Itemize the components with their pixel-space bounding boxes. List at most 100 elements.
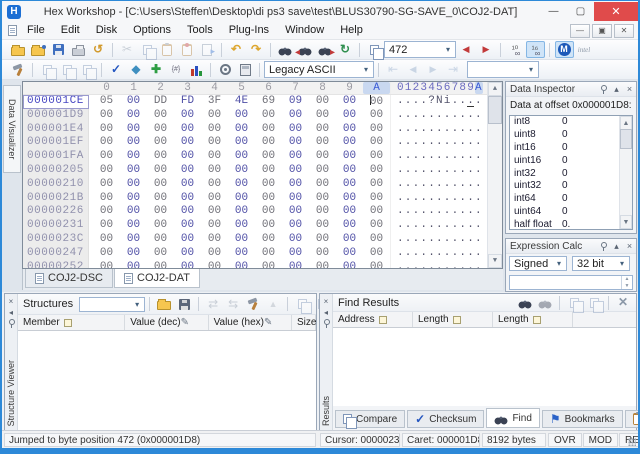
byte[interactable]: 00 bbox=[93, 233, 120, 247]
byte[interactable]: 00 bbox=[255, 136, 282, 150]
goto-forward-button[interactable]: ▶ bbox=[477, 41, 496, 58]
column-member[interactable]: Member bbox=[18, 315, 125, 330]
inspector-row-int32[interactable]: int320 bbox=[510, 168, 632, 181]
pin-icon[interactable] bbox=[597, 83, 610, 95]
byte[interactable]: 00 bbox=[93, 192, 120, 206]
byte[interactable]: 00 bbox=[336, 205, 363, 219]
byte[interactable]: 69 bbox=[255, 95, 282, 109]
column-address[interactable]: Address bbox=[333, 312, 413, 327]
byte[interactable]: 00 bbox=[228, 247, 255, 261]
byte[interactable]: 00 bbox=[120, 109, 147, 123]
byte[interactable]: 00 bbox=[147, 123, 174, 137]
nav-first-button[interactable]: ⇤ bbox=[384, 61, 403, 78]
doc-tab-coj2-dat[interactable]: COJ2-DAT bbox=[114, 269, 200, 288]
minimize-button[interactable]: — bbox=[540, 2, 567, 21]
byte[interactable]: 00 bbox=[255, 109, 282, 123]
byte[interactable]: 00 bbox=[120, 261, 147, 269]
hex-scrollbar[interactable]: ▲ ▼ bbox=[487, 82, 502, 268]
byte[interactable]: 00 bbox=[255, 192, 282, 206]
remove-structure-button[interactable]: ⇆ bbox=[224, 296, 243, 313]
scroll-down-icon[interactable]: ▼ bbox=[620, 215, 632, 229]
byte[interactable]: 00 bbox=[309, 150, 336, 164]
hex-editor[interactable]: 0123456789A 0123456789A 000001CE0500DDFD… bbox=[22, 81, 503, 269]
hex-row-0000021B[interactable]: 0000021B0000000000000000000000..........… bbox=[23, 192, 502, 206]
hex-row-000001D9[interactable]: 000001D90000000000000000000000..........… bbox=[23, 109, 502, 123]
inspector-row-half-float[interactable]: half float0. bbox=[510, 219, 632, 230]
byte[interactable]: 00 bbox=[147, 205, 174, 219]
byte[interactable]: 00 bbox=[282, 109, 309, 123]
byte[interactable]: 00 bbox=[363, 136, 390, 150]
nav-next-button[interactable]: ▶ bbox=[424, 61, 443, 78]
expand-icon[interactable]: ◂ bbox=[6, 307, 17, 318]
expression-input[interactable]: ▲▼ bbox=[509, 275, 633, 290]
byte[interactable]: 00 bbox=[174, 123, 201, 137]
hex-row-000001E4[interactable]: 000001E40000000000000000000000..........… bbox=[23, 123, 502, 137]
byte[interactable]: 00 bbox=[93, 109, 120, 123]
byte[interactable]: 00 bbox=[174, 109, 201, 123]
byte[interactable]: 00 bbox=[147, 136, 174, 150]
byte[interactable]: 00 bbox=[201, 164, 228, 178]
structures-combo[interactable]: ▾ bbox=[79, 297, 145, 312]
ascii-cell[interactable]: ........... bbox=[390, 205, 487, 219]
byte[interactable]: 00 bbox=[147, 164, 174, 178]
hex-row-000001CE[interactable]: 000001CE0500DDFD3F4E6909000000....?Ni...… bbox=[23, 95, 502, 109]
hex-row-00000231[interactable]: 000002310000000000000000000000..........… bbox=[23, 219, 502, 233]
byte[interactable]: 00 bbox=[309, 247, 336, 261]
byte[interactable]: 00 bbox=[201, 178, 228, 192]
resize-grip[interactable] bbox=[628, 438, 636, 446]
scrollbar-thumb[interactable] bbox=[620, 129, 632, 149]
big-endian-button[interactable] bbox=[555, 41, 574, 58]
ascii-cell[interactable]: ........... bbox=[390, 247, 487, 261]
results-tab-compare[interactable]: Compare bbox=[335, 410, 405, 428]
byte[interactable]: 00 bbox=[228, 150, 255, 164]
byte[interactable]: 00 bbox=[174, 164, 201, 178]
structures-list[interactable] bbox=[18, 331, 316, 430]
spinner[interactable]: ▲▼ bbox=[621, 276, 632, 289]
ascii-cell[interactable]: ........... bbox=[390, 219, 487, 233]
print-button[interactable] bbox=[69, 41, 88, 58]
byte[interactable]: 00 bbox=[147, 150, 174, 164]
byte[interactable]: 00 bbox=[336, 164, 363, 178]
byte[interactable]: 00 bbox=[228, 123, 255, 137]
menu-window[interactable]: Window bbox=[277, 22, 332, 39]
byte[interactable]: 00 bbox=[282, 219, 309, 233]
byte[interactable]: 00 bbox=[120, 150, 147, 164]
byte[interactable]: 00 bbox=[255, 219, 282, 233]
byte[interactable]: 00 bbox=[282, 136, 309, 150]
find-results-list[interactable] bbox=[333, 328, 636, 406]
byte[interactable]: 00 bbox=[201, 205, 228, 219]
byte[interactable]: 00 bbox=[174, 247, 201, 261]
copy-button[interactable] bbox=[138, 41, 157, 58]
byte[interactable]: 00 bbox=[201, 261, 228, 269]
byte[interactable]: 3F bbox=[201, 95, 228, 109]
byte[interactable]: 00 bbox=[282, 261, 309, 269]
hex-row-00000226[interactable]: 000002260000000000000000000000..........… bbox=[23, 205, 502, 219]
byte[interactable]: 09 bbox=[282, 95, 309, 109]
compare-source-button[interactable] bbox=[58, 61, 77, 78]
close-panel-icon[interactable]: × bbox=[6, 296, 17, 307]
open-library-button[interactable] bbox=[155, 296, 174, 313]
goto-offset-combo[interactable]: 472▾ bbox=[384, 41, 456, 58]
byte[interactable]: 00 bbox=[363, 109, 390, 123]
byte[interactable]: 05 bbox=[93, 95, 120, 109]
byte[interactable]: 00 bbox=[363, 164, 390, 178]
save-button[interactable] bbox=[49, 41, 68, 58]
collapse-icon[interactable]: ▴ bbox=[610, 240, 623, 252]
character-set-button[interactable]: {#} bbox=[167, 61, 186, 78]
byte[interactable]: 00 bbox=[228, 205, 255, 219]
compare-target-button[interactable] bbox=[78, 61, 97, 78]
byte[interactable]: 00 bbox=[255, 178, 282, 192]
byte[interactable]: 00 bbox=[309, 178, 336, 192]
ascii-cell[interactable]: ........... bbox=[390, 164, 487, 178]
byte[interactable]: 00 bbox=[228, 261, 255, 269]
byte[interactable]: 00 bbox=[120, 205, 147, 219]
hex-view-button[interactable]: ¹⁶ bbox=[526, 41, 545, 58]
byte[interactable]: 00 bbox=[309, 95, 336, 109]
byte[interactable]: 00 bbox=[174, 136, 201, 150]
menu-edit[interactable]: Edit bbox=[53, 22, 88, 39]
byte[interactable]: 00 bbox=[282, 123, 309, 137]
byte[interactable]: 00 bbox=[309, 233, 336, 247]
ascii-cell[interactable]: ........... bbox=[390, 109, 487, 123]
results-tab-checksum[interactable]: ✓Checksum bbox=[407, 410, 484, 428]
byte[interactable]: 00 bbox=[201, 247, 228, 261]
